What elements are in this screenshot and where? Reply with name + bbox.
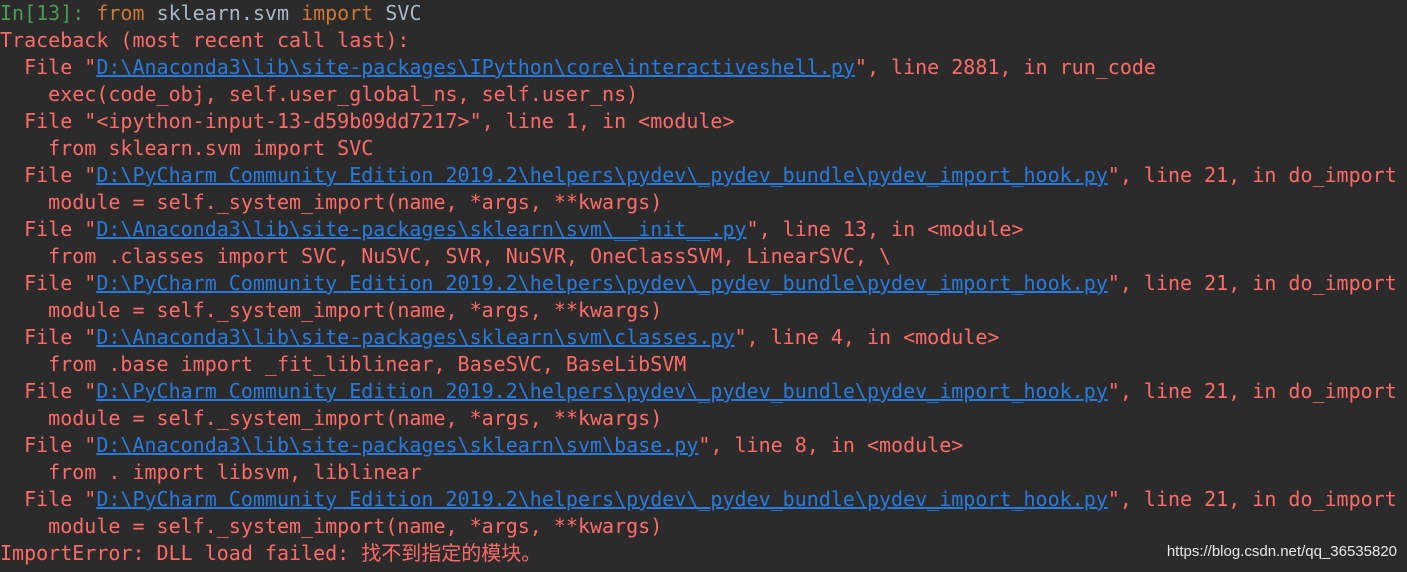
file-path-link[interactable]: D:\PyCharm Community Edition 2019.2\help… xyxy=(96,487,1107,511)
file-suffix: ", line 2881, in run_code xyxy=(854,55,1156,79)
traceback-code-line: module = self._system_import(name, *args… xyxy=(0,514,663,538)
file-prefix: File " xyxy=(0,217,97,241)
file-suffix: ", line 21, in do_import xyxy=(1107,271,1397,295)
from-keyword: from xyxy=(96,1,145,25)
traceback-file-line: File "D:\Anaconda3\lib\site-packages\skl… xyxy=(0,216,1024,243)
traceback-file-line: File "D:\PyCharm Community Edition 2019.… xyxy=(0,270,1397,297)
file-suffix: ", line 8, in <module> xyxy=(698,433,964,457)
file-prefix: File " xyxy=(0,325,97,349)
file-suffix: ", line 4, in <module> xyxy=(734,325,1000,349)
input-module: sklearn.svm xyxy=(156,1,290,25)
file-path-link[interactable]: D:\Anaconda3\lib\site-packages\IPython\c… xyxy=(96,55,855,79)
file-path-link[interactable]: D:\Anaconda3\lib\site-packages\sklearn\s… xyxy=(96,217,746,241)
file-prefix: File " xyxy=(0,379,97,403)
traceback-code-line: from . import libsvm, liblinear xyxy=(0,460,422,484)
import-keyword: import xyxy=(301,1,374,25)
traceback-code-line: from sklearn.svm import SVC xyxy=(0,136,374,160)
file-prefix: File " xyxy=(0,271,97,295)
traceback-file-line: File "D:\Anaconda3\lib\site-packages\IPy… xyxy=(0,54,1156,81)
traceback-code-line: from .classes import SVC, NuSVC, SVR, Nu… xyxy=(0,244,892,268)
input-prompt: In[13]: xyxy=(0,1,85,25)
file-suffix: ", line 13, in <module> xyxy=(746,217,1024,241)
file-prefix: File " xyxy=(0,55,97,79)
file-suffix: ", line 21, in do_import xyxy=(1107,487,1397,511)
traceback-file-line: File "D:\PyCharm Community Edition 2019.… xyxy=(0,162,1397,189)
python-console-output: In[13]: from sklearn.svm import SVC Trac… xyxy=(0,0,1407,572)
traceback-code-line: module = self._system_import(name, *args… xyxy=(0,190,663,214)
traceback-code-line: from .base import _fit_liblinear, BaseSV… xyxy=(0,352,687,376)
traceback-file-line: File "D:\Anaconda3\lib\site-packages\skl… xyxy=(0,324,999,351)
file-prefix: File " xyxy=(0,487,97,511)
file-suffix: ", line 21, in do_import xyxy=(1107,379,1397,403)
file-suffix: ", line 21, in do_import xyxy=(1107,163,1397,187)
watermark: https://blog.csdn.net/qq_36535820 xyxy=(1166,543,1397,560)
traceback-code-line: module = self._system_import(name, *args… xyxy=(0,298,663,322)
file-path-link[interactable]: D:\Anaconda3\lib\site-packages\sklearn\s… xyxy=(96,433,698,457)
traceback-code-line: exec(code_obj, self.user_global_ns, self… xyxy=(0,82,639,106)
input-name: SVC xyxy=(385,1,422,25)
traceback-header: Traceback (most recent call last): xyxy=(0,28,410,52)
file-path-link[interactable]: D:\PyCharm Community Edition 2019.2\help… xyxy=(96,271,1107,295)
import-error-message: ImportError: DLL load failed: 找不到指定的模块。 xyxy=(0,541,542,565)
input-line: In[13]: from sklearn.svm import SVC xyxy=(0,0,421,27)
traceback-file-line: File "<ipython-input-13-d59b09dd7217>", … xyxy=(0,109,735,133)
file-path-link[interactable]: D:\PyCharm Community Edition 2019.2\help… xyxy=(96,379,1107,403)
file-prefix: File " xyxy=(0,163,97,187)
file-path-link[interactable]: D:\Anaconda3\lib\site-packages\sklearn\s… xyxy=(96,325,734,349)
traceback-file-line: File "D:\PyCharm Community Edition 2019.… xyxy=(0,378,1397,405)
file-path-link[interactable]: D:\PyCharm Community Edition 2019.2\help… xyxy=(96,163,1107,187)
traceback-file-line: File "D:\PyCharm Community Edition 2019.… xyxy=(0,486,1397,513)
file-prefix: File " xyxy=(0,433,97,457)
traceback-file-line: File "D:\Anaconda3\lib\site-packages\skl… xyxy=(0,432,963,459)
traceback-code-line: module = self._system_import(name, *args… xyxy=(0,406,663,430)
